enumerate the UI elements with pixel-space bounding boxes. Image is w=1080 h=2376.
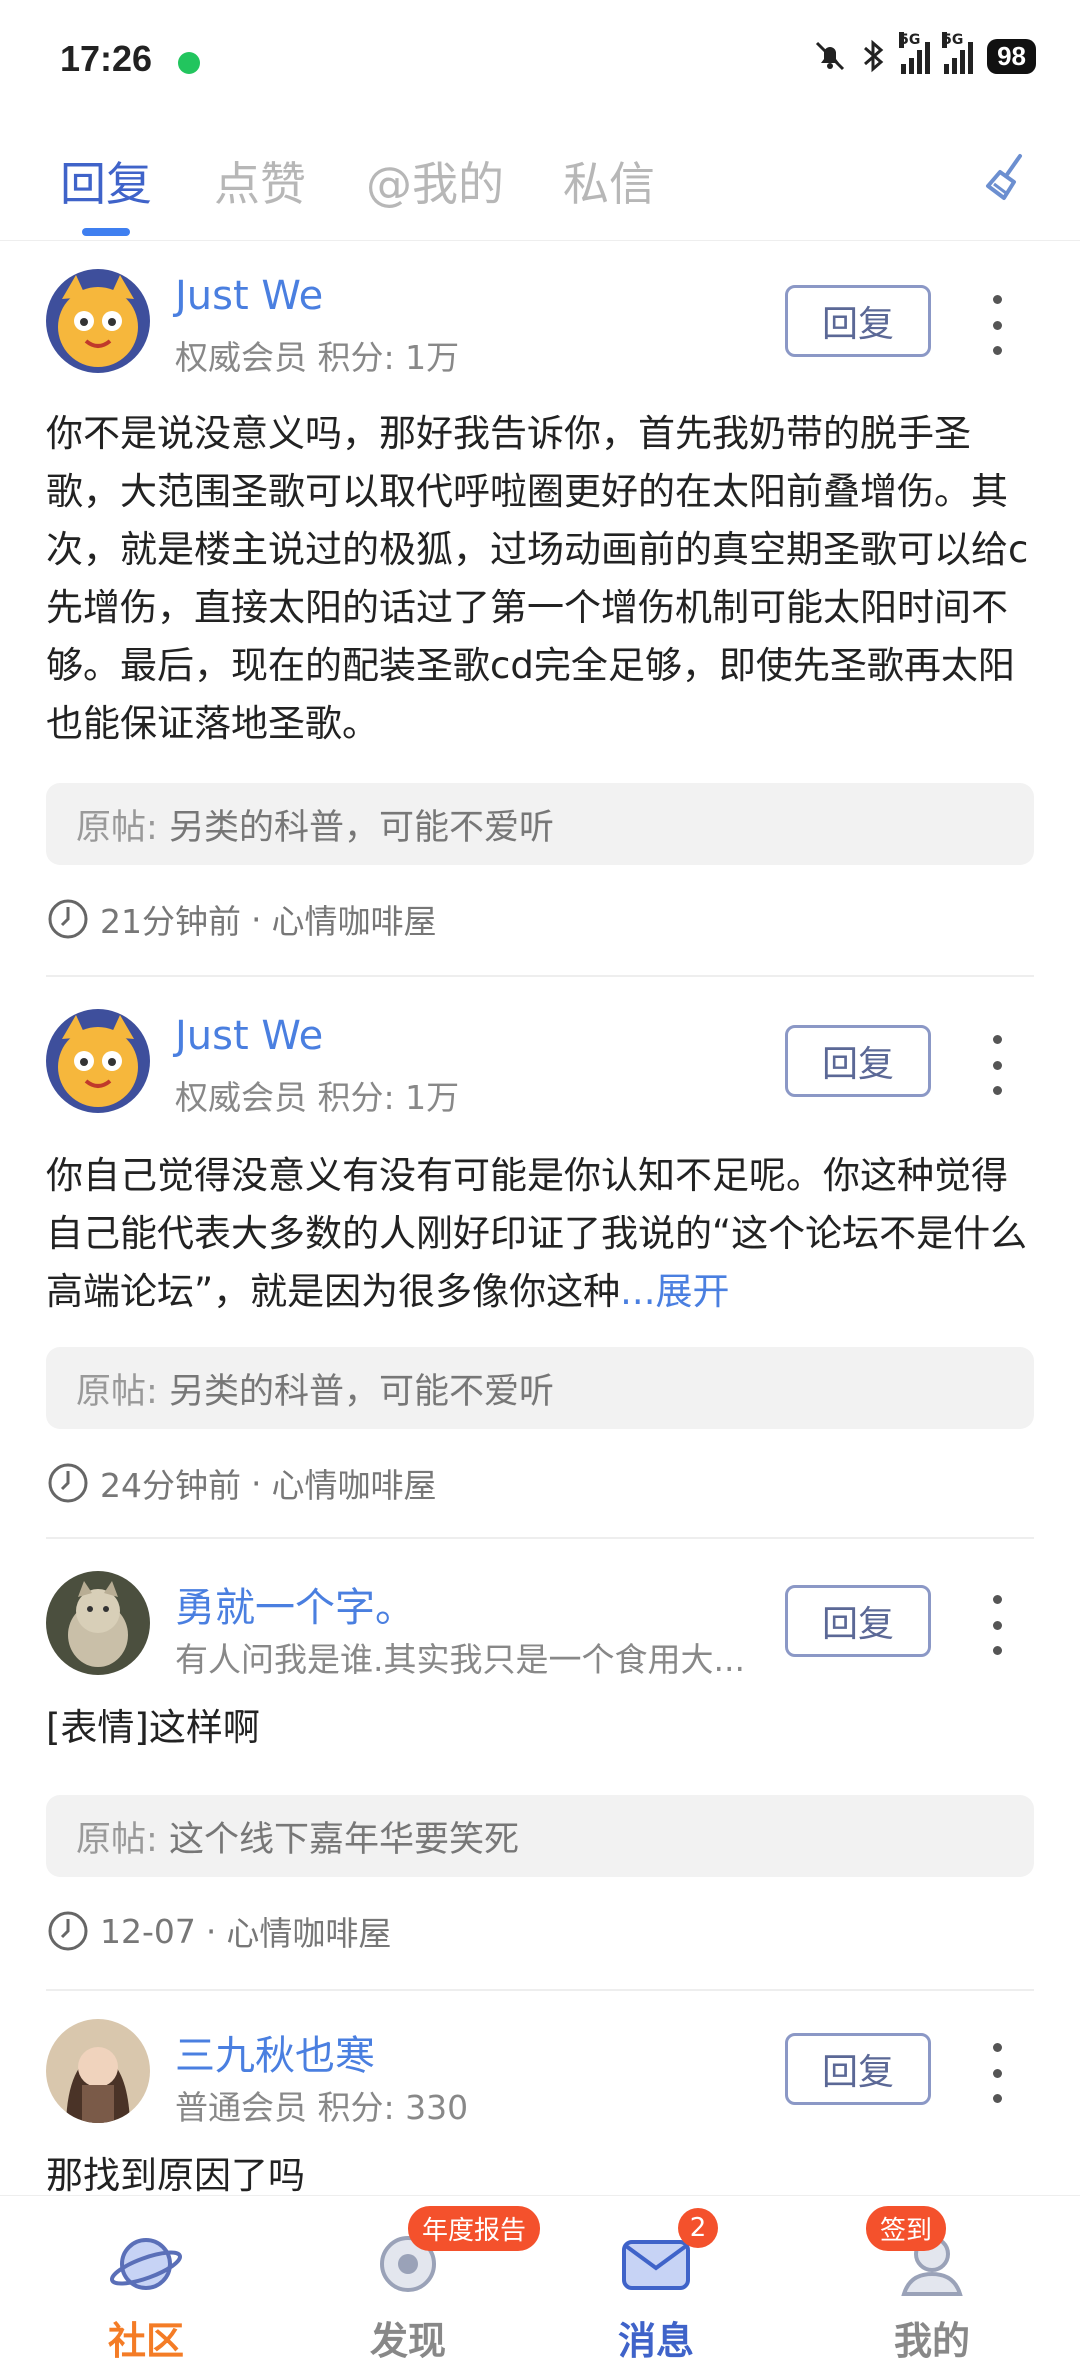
reply-content[interactable]: [表情]这样啊 — [46, 1699, 1036, 1757]
username[interactable]: Just We — [175, 1013, 323, 1059]
annual-report-badge: 年度报告 — [408, 2206, 541, 2251]
bluetooth-icon — [864, 39, 884, 73]
nav-messages[interactable]: 2 消息 — [556, 2196, 756, 2376]
reply-button[interactable]: 回复 — [785, 2033, 931, 2105]
user-meta: 权威会员 积分: 1万 — [175, 338, 460, 377]
nav-mine[interactable]: 签到 我的 — [832, 2196, 1032, 2376]
clock-icon — [48, 1911, 88, 1951]
reply-meta: 24分钟前 · 心情咖啡屋 — [46, 1459, 437, 1507]
tab-likes[interactable]: 点赞 — [214, 148, 306, 214]
username[interactable]: 勇就一个字。 — [175, 1575, 415, 1633]
nav-discover[interactable]: 年度报告 发现 — [308, 2196, 541, 2376]
avatar[interactable] — [46, 2019, 150, 2123]
status-time: 17:26 — [60, 38, 153, 79]
status-bar: 17:26 5G 5G 98 — [0, 0, 1080, 120]
original-post-link[interactable]: 原帖: 另类的科普，可能不爱听 — [46, 1347, 1034, 1429]
avatar[interactable] — [46, 1571, 150, 1675]
more-options-icon[interactable] — [985, 2043, 1009, 2103]
status-icons: 5G 5G 98 — [813, 32, 1036, 74]
clear-broom-icon[interactable] — [976, 150, 1032, 206]
forum-name[interactable]: 心情咖啡屋 — [272, 895, 437, 943]
avatar[interactable] — [46, 269, 150, 373]
user-meta: 普通会员 积分: 330 — [175, 2088, 469, 2127]
chat-notification-icon — [178, 52, 200, 74]
tab-mentions[interactable]: @我的 — [366, 148, 504, 214]
reply-button[interactable]: 回复 — [785, 1025, 931, 1097]
reply-meta: 12-07 · 心情咖啡屋 — [46, 1907, 391, 1955]
reply-time: 24分钟前 — [100, 1466, 241, 1505]
reply-list: Just We 权威会员 积分: 1万 回复 你不是说没意义吗，那好我告诉你，首… — [0, 245, 1080, 2297]
reply-time: 12-07 — [100, 1911, 196, 1951]
avatar[interactable] — [46, 1009, 150, 1113]
reply-item: Just We 权威会员 积分: 1万 回复 你自己觉得没意义有没有可能是你认知… — [0, 985, 1080, 1549]
mute-bell-icon — [816, 41, 845, 71]
reply-content[interactable]: 你自己觉得没意义有没有可能是你认知不足呢。你这种觉得自己能代表大多数的人刚好印证… — [46, 1147, 1036, 1321]
reply-item: Just We 权威会员 积分: 1万 回复 你不是说没意义吗，那好我告诉你，首… — [0, 245, 1080, 985]
reply-content[interactable]: 你不是说没意义吗，那好我告诉你，首先我奶带的脱手圣歌，大范围圣歌可以取代呼啦圈更… — [46, 405, 1036, 753]
checkin-badge: 签到 — [866, 2206, 947, 2251]
unread-count-badge: 2 — [678, 2208, 718, 2248]
forum-name[interactable]: 心情咖啡屋 — [226, 1907, 391, 1955]
planet-icon — [106, 2224, 186, 2304]
bottom-navigation: 社区 年度报告 发现 2 消息 签到 我的 — [0, 2195, 1080, 2376]
reply-item: 勇就一个字。 有人问我是谁.其实我只是一个食用大... 回复 [表情]这样啊 原… — [0, 1549, 1080, 1997]
tab-private-messages[interactable]: 私信 — [563, 148, 655, 214]
user-meta: 有人问我是谁.其实我只是一个食用大... — [175, 1640, 745, 1679]
message-tabs: 回复 点赞 @我的 私信 — [0, 120, 1080, 241]
original-post-link[interactable]: 原帖: 另类的科普，可能不爱听 — [46, 783, 1034, 865]
reply-button[interactable]: 回复 — [785, 1585, 931, 1657]
nav-community[interactable]: 社区 — [46, 2196, 246, 2376]
original-post-link[interactable]: 原帖: 这个线下嘉年华要笑死 — [46, 1795, 1034, 1877]
divider — [46, 975, 1034, 977]
tab-replies[interactable]: 回复 — [60, 148, 152, 214]
active-tab-indicator — [82, 228, 130, 236]
clock-icon — [48, 1463, 88, 1503]
username[interactable]: 三九秋也寒 — [175, 2023, 375, 2081]
reply-button[interactable]: 回复 — [785, 285, 931, 357]
reply-meta: 21分钟前 · 心情咖啡屋 — [46, 895, 437, 943]
signal-1-icon: 5G — [899, 32, 931, 74]
signal-2-icon: 5G — [942, 32, 974, 74]
username[interactable]: Just We — [175, 273, 323, 319]
divider — [46, 1989, 1034, 1991]
meta-dot: · — [251, 1463, 262, 1503]
more-options-icon[interactable] — [985, 1595, 1009, 1655]
more-options-icon[interactable] — [985, 295, 1009, 355]
meta-dot: · — [251, 899, 262, 939]
user-meta: 权威会员 积分: 1万 — [175, 1078, 460, 1117]
expand-link[interactable]: ...展开 — [620, 1270, 729, 1313]
more-options-icon[interactable] — [985, 1035, 1009, 1095]
battery-indicator: 98 — [987, 38, 1036, 74]
meta-dot: · — [205, 1911, 217, 1951]
reply-time: 21分钟前 — [100, 902, 241, 941]
clock-icon — [48, 899, 88, 939]
divider — [46, 1537, 1034, 1539]
forum-name[interactable]: 心情咖啡屋 — [272, 1459, 437, 1507]
